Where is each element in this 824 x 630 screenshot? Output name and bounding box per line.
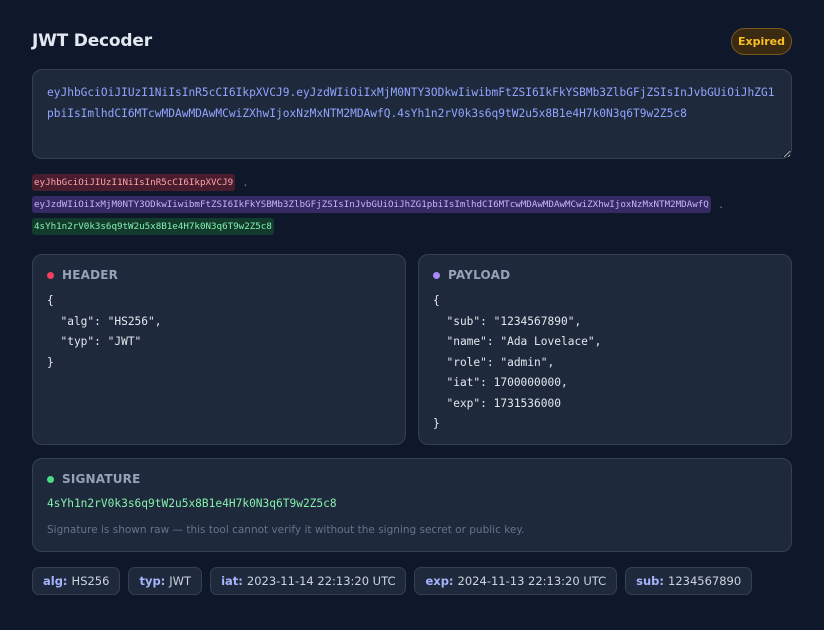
payload-json: { "sub": "1234567890", "name": "Ada Love… xyxy=(433,294,602,430)
claim-value: 1234567890 xyxy=(668,574,742,588)
header-segment: eyJhbGciOiJIUzI1NiIsInR5cCI6IkpXVCJ9 xyxy=(32,173,236,191)
header-panel-heading: HEADER xyxy=(47,268,118,282)
claim-key: iat: xyxy=(221,574,243,588)
signature-value: 4sYh1n2rV0k3s6q9tW2u5x8B1e4H7k0N3q6T9w2Z… xyxy=(47,497,337,510)
token-segments-signature-line: 4sYh1n2rV0k3s6q9tW2u5x8B1e4H7k0N3q6T9w2Z… xyxy=(32,217,274,235)
header-panel: HEADER { "alg": "HS256", "typ": "JWT" } xyxy=(32,254,406,445)
token-segments-payload-line: eyJzdWIiOiIxMjM0NTY3ODkwIiwibmFtZSI6IkFk… xyxy=(32,195,724,213)
header-dot-icon xyxy=(47,271,54,279)
payload-panel: PAYLOAD { "sub": "1234567890", "name": "… xyxy=(418,254,792,445)
payload-panel-label: PAYLOAD xyxy=(448,268,511,282)
claim-chip-exp: exp: 2024-11-13 22:13:20 UTC xyxy=(414,567,618,595)
payload-segment: eyJzdWIiOiIxMjM0NTY3ODkwIiwibmFtZSI6IkFk… xyxy=(32,195,711,213)
status-badge: Expired xyxy=(731,28,792,55)
segment-separator: . xyxy=(717,197,725,211)
claim-key: typ: xyxy=(139,574,166,588)
signature-panel-heading: SIGNATURE xyxy=(47,472,141,486)
signature-panel: SIGNATURE 4sYh1n2rV0k3s6q9tW2u5x8B1e4H7k… xyxy=(32,458,792,552)
header-json: { "alg": "HS256", "typ": "JWT" } xyxy=(47,294,162,369)
claim-value: HS256 xyxy=(71,574,110,588)
claim-value: JWT xyxy=(169,574,192,588)
signature-panel-label: SIGNATURE xyxy=(62,472,141,486)
claim-chip-alg: alg: HS256 xyxy=(32,567,121,595)
signature-dot-icon xyxy=(47,475,54,483)
claim-chip-typ: typ: JWT xyxy=(128,567,203,595)
claim-chip-iat: iat: 2023-11-14 22:13:20 UTC xyxy=(210,567,407,595)
claim-value: 2023-11-14 22:13:20 UTC xyxy=(246,574,396,588)
signature-note: Signature is shown raw — this tool canno… xyxy=(47,524,525,536)
token-input[interactable]: eyJhbGciOiJIUzI1NiIsInR5cCI6IkpXVCJ9.eyJ… xyxy=(32,69,792,159)
claim-value: 2024-11-13 22:13:20 UTC xyxy=(457,574,607,588)
signature-segment: 4sYh1n2rV0k3s6q9tW2u5x8B1e4H7k0N3q6T9w2Z… xyxy=(32,217,274,235)
payload-dot-icon xyxy=(433,271,440,279)
claim-key: exp: xyxy=(425,574,454,588)
claim-chip-sub: sub: 1234567890 xyxy=(625,567,753,595)
header-panel-label: HEADER xyxy=(62,268,119,282)
token-segments-header-line: eyJhbGciOiJIUzI1NiIsInR5cCI6IkpXVCJ9 . xyxy=(32,173,249,191)
segment-separator: . xyxy=(242,175,249,189)
claim-key: sub: xyxy=(636,574,665,588)
claims-chip-row: alg: HS256 typ: JWT iat: 2023-11-14 22:1… xyxy=(32,567,753,595)
claim-key: alg: xyxy=(43,574,68,588)
page-title: JWT Decoder xyxy=(32,31,152,51)
payload-panel-heading: PAYLOAD xyxy=(433,268,510,282)
